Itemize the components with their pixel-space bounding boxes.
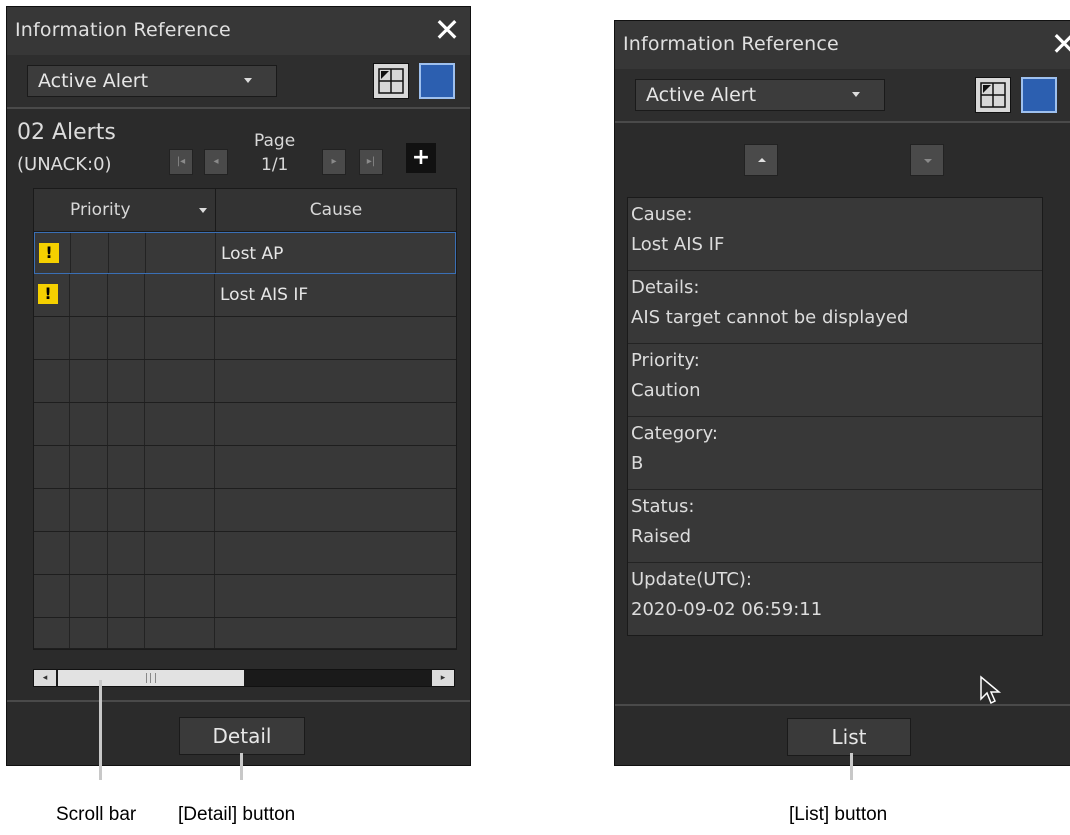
scroll-right-icon[interactable]: ▸ [432, 670, 454, 686]
divider [615, 704, 1070, 706]
detail-label: Priority: [631, 350, 700, 371]
table-header: Priority Cause [34, 189, 456, 232]
table-row[interactable]: ! Lost AIS IF [34, 274, 456, 317]
alert-list-table: Priority Cause ! Lost AP ! Lost AIS IF [33, 188, 457, 650]
detail-label: Update(UTC): [631, 569, 752, 590]
empty-row [34, 532, 456, 575]
sort-chevron-icon [199, 208, 207, 213]
scroll-left-icon[interactable]: ◂ [34, 670, 56, 686]
detail-value: 2020-09-02 06:59:11 [631, 599, 823, 620]
detail-value: AIS target cannot be displayed [631, 307, 909, 328]
callout-line-detail-button [240, 753, 243, 780]
detail-label: Cause: [631, 204, 693, 225]
cause-cell: Lost AP [221, 244, 284, 264]
close-icon[interactable]: ✕ [1047, 28, 1070, 62]
scroll-up-button[interactable] [744, 144, 778, 176]
page-label: Page [254, 131, 296, 151]
dropdown-value: Active Alert [646, 84, 757, 106]
detail-value: B [631, 453, 644, 474]
callout-line-list-button [850, 753, 853, 780]
title-bar: Information Reference ✕ [7, 7, 470, 56]
grip-icon [146, 673, 156, 683]
empty-row [34, 360, 456, 403]
horizontal-scrollbar[interactable]: ◂ ▸ [33, 669, 455, 687]
unack-count: (UNACK:0) [17, 154, 112, 175]
detail-label: Category: [631, 423, 718, 444]
panel-title: Information Reference [15, 19, 231, 41]
chevron-up-icon [758, 158, 766, 162]
list-button[interactable]: List [787, 718, 911, 756]
detail-row-category: Category: B [628, 417, 1042, 490]
scroll-thumb[interactable] [58, 670, 244, 686]
restore-window-icon[interactable] [373, 63, 409, 99]
detail-row-update-utc: Update(UTC): 2020-09-02 06:59:11 [628, 563, 1042, 635]
next-page-icon[interactable]: ▸ [322, 149, 346, 175]
scroll-down-button[interactable] [910, 144, 944, 176]
window-icon[interactable] [1021, 77, 1057, 113]
empty-row [34, 403, 456, 446]
window-icon[interactable] [419, 63, 455, 99]
cause-cell: Lost AIS IF [220, 285, 309, 305]
restore-window-icon[interactable] [975, 77, 1011, 113]
priority-header-label: Priority [70, 200, 131, 220]
cause-column-header[interactable]: Cause [216, 189, 456, 231]
detail-row-priority: Priority: Caution [628, 344, 1042, 417]
callout-line-scroll-bar [99, 680, 102, 780]
information-reference-detail-panel: Information Reference ✕ Active Alert Cau… [614, 20, 1070, 766]
empty-row [34, 317, 456, 360]
detail-button[interactable]: Detail [179, 717, 305, 755]
alert-type-dropdown[interactable]: Active Alert [635, 79, 885, 111]
page-number: 1/1 [261, 155, 289, 175]
cause-header-label: Cause [309, 200, 363, 220]
callout-list-button: [List] button [789, 804, 888, 825]
detail-label: Details: [631, 277, 700, 298]
divider [7, 700, 470, 702]
title-bar: Information Reference ✕ [615, 21, 1070, 70]
empty-row [34, 575, 456, 618]
mode-bar: Active Alert [615, 69, 1070, 123]
priority-column-header[interactable]: Priority [34, 189, 216, 231]
detail-row-status: Status: Raised [628, 490, 1042, 563]
detail-label: Status: [631, 496, 695, 517]
first-page-icon[interactable]: |◂ [169, 149, 193, 175]
last-page-icon[interactable]: ▸| [359, 149, 383, 175]
chevron-down-icon [244, 78, 252, 83]
detail-value: Caution [631, 380, 701, 401]
panel-title: Information Reference [623, 33, 839, 55]
alert-type-dropdown[interactable]: Active Alert [27, 65, 277, 97]
callout-scroll-bar: Scroll bar [56, 804, 137, 825]
empty-row [34, 618, 456, 649]
mode-bar: Active Alert [7, 55, 470, 109]
alert-detail-table: Cause: Lost AIS IF Details: AIS target c… [627, 197, 1043, 636]
empty-row [34, 446, 456, 489]
information-reference-list-panel: Information Reference ✕ Active Alert 02 … [6, 6, 471, 766]
warning-icon: ! [38, 284, 58, 304]
warning-icon: ! [39, 243, 59, 263]
chevron-down-icon [852, 92, 860, 97]
prev-page-icon[interactable]: ◂ [204, 149, 228, 175]
empty-row [34, 489, 456, 532]
detail-value: Raised [631, 526, 692, 547]
detail-value: Lost AIS IF [631, 234, 725, 255]
close-icon[interactable]: ✕ [430, 14, 464, 48]
mouse-cursor-icon [980, 675, 1002, 705]
callout-detail-button: [Detail] button [178, 804, 296, 825]
plus-icon[interactable]: + [406, 143, 436, 173]
alerts-count: 02 Alerts [17, 120, 116, 145]
chevron-down-icon [924, 159, 932, 163]
detail-row-details: Details: AIS target cannot be displayed [628, 271, 1042, 344]
dropdown-value: Active Alert [38, 70, 149, 92]
detail-row-cause: Cause: Lost AIS IF [628, 198, 1042, 271]
table-row[interactable]: ! Lost AP [34, 232, 456, 274]
